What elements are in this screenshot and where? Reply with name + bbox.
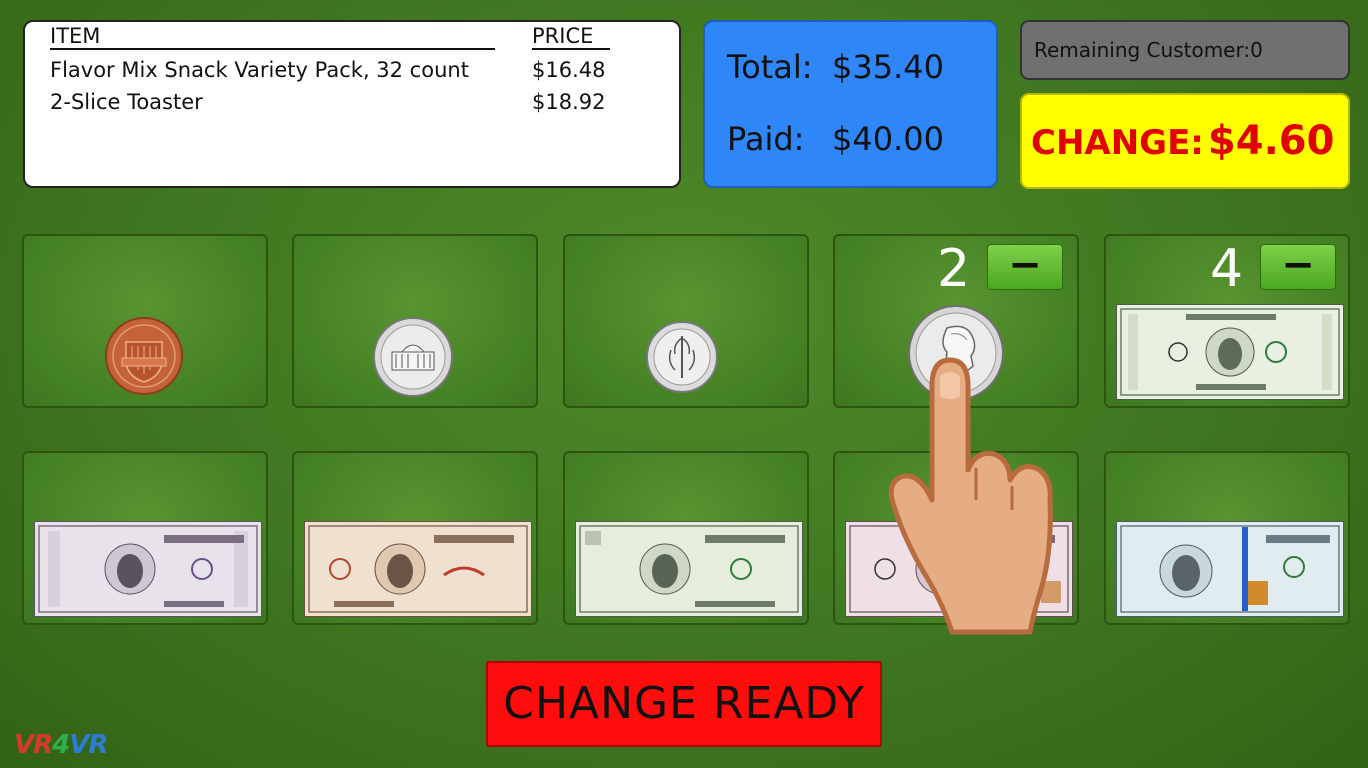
- change-ready-button[interactable]: CHANGE READY: [486, 661, 882, 747]
- paid-value: $40.00: [832, 120, 944, 158]
- pointing-hand-icon: [888, 357, 1053, 635]
- change-display: CHANGE: $4.60: [1020, 93, 1350, 189]
- dime-icon[interactable]: [645, 320, 719, 394]
- quarter-minus-button[interactable]: −: [987, 244, 1063, 290]
- one-dollar-minus-button[interactable]: −: [1260, 244, 1336, 290]
- nickel-slot[interactable]: [292, 234, 538, 408]
- penny-slot[interactable]: [22, 234, 268, 408]
- item-price: $16.48: [532, 58, 606, 82]
- paid-line: Paid: $40.00: [727, 120, 944, 158]
- item-price: $18.92: [532, 90, 606, 114]
- ten-dollar-bill-icon[interactable]: [304, 521, 532, 617]
- penny-icon[interactable]: [104, 316, 184, 396]
- hundred-dollar-slot[interactable]: [1104, 451, 1350, 625]
- receipt-panel: ITEM PRICE Flavor Mix Snack Variety Pack…: [23, 20, 681, 188]
- total-value: $35.40: [832, 48, 944, 86]
- one-dollar-slot[interactable]: 4 −: [1104, 234, 1350, 408]
- five-dollar-slot[interactable]: [22, 451, 268, 625]
- totals-panel: Total: $35.40 Paid: $40.00: [703, 20, 998, 188]
- one-dollar-bill-icon[interactable]: [1116, 304, 1344, 400]
- hundred-dollar-bill-icon[interactable]: [1116, 521, 1344, 617]
- paid-label: Paid:: [727, 120, 805, 158]
- remaining-customers: Remaining Customer:0: [1020, 20, 1350, 80]
- total-label: Total:: [727, 48, 813, 86]
- change-amount: $4.60: [1207, 118, 1335, 164]
- price-column-header: PRICE: [532, 24, 610, 50]
- total-line: Total: $35.40: [727, 48, 944, 86]
- item-name: 2-Slice Toaster: [50, 90, 203, 114]
- ten-dollar-slot[interactable]: [292, 451, 538, 625]
- vr4vr-logo: VR4VR: [14, 730, 108, 760]
- one-dollar-count: 4: [1210, 239, 1244, 299]
- twenty-dollar-slot[interactable]: [563, 451, 809, 625]
- item-name: Flavor Mix Snack Variety Pack, 32 count: [50, 58, 469, 82]
- nickel-icon[interactable]: [372, 316, 454, 398]
- item-column-header: ITEM: [50, 24, 495, 50]
- twenty-dollar-bill-icon[interactable]: [575, 521, 803, 617]
- quarter-count: 2: [937, 239, 971, 299]
- dime-slot[interactable]: [563, 234, 809, 408]
- five-dollar-bill-icon[interactable]: [34, 521, 262, 617]
- change-label: CHANGE:: [1031, 123, 1204, 163]
